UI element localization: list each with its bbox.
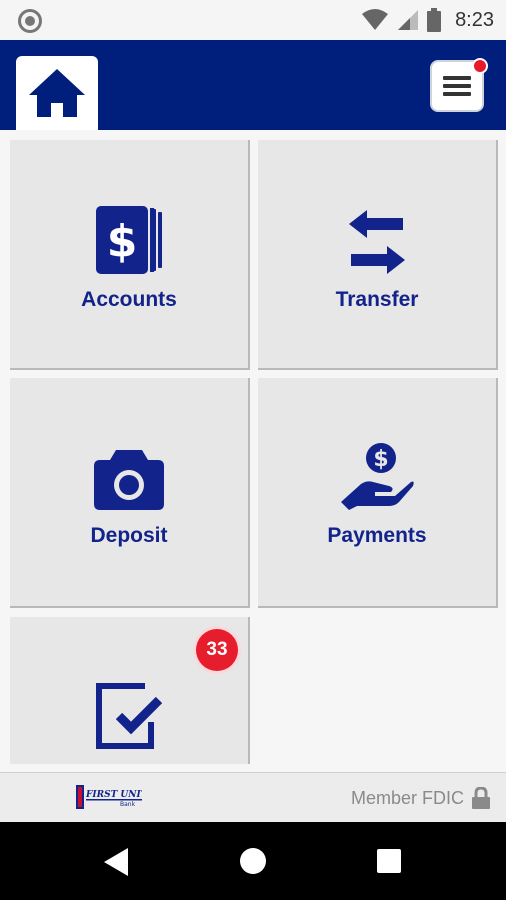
lock-icon (472, 787, 490, 809)
notification-badge: 33 (196, 629, 238, 671)
battery-icon (427, 8, 442, 32)
camera-icon (94, 450, 164, 510)
footer: FIRST UNITED Bank Member FDIC (0, 772, 506, 822)
tile-label-payments: Payments (327, 524, 427, 547)
home-tab[interactable] (16, 56, 98, 130)
tile-tasks[interactable]: 33 (10, 617, 250, 764)
app-header (0, 40, 506, 130)
member-fdic-text: Member FDIC (350, 787, 464, 808)
wifi-icon (362, 9, 389, 30)
first-united-bank-logo: FIRST UNITED Bank (76, 785, 142, 809)
status-time: 8:23 (455, 8, 494, 31)
tile-label-transfer: Transfer (335, 288, 419, 311)
status-icons: 8:23 (361, 6, 494, 34)
system-nav-bar (0, 822, 506, 900)
svg-text:FIRST UNITED: FIRST UNITED (85, 790, 142, 800)
menu-notification-dot (472, 58, 488, 74)
checkbox-task-icon (96, 683, 163, 749)
tile-transfer[interactable]: Transfer (258, 140, 498, 370)
cell-signal-icon (398, 10, 419, 30)
accounts-dollar-cards-icon: $ (96, 206, 162, 274)
menu-button[interactable] (430, 58, 488, 112)
transfer-arrows-icon (349, 210, 405, 274)
tile-label-deposit: Deposit (90, 524, 168, 547)
status-bar: 8:23 (0, 0, 506, 40)
tile-payments[interactable]: $ Payments (258, 378, 498, 608)
home-icon (29, 69, 85, 117)
svg-text:$: $ (107, 216, 138, 267)
svg-text:Bank: Bank (120, 801, 136, 808)
tile-accounts[interactable]: $ Accounts (10, 140, 250, 370)
svg-text:$: $ (373, 447, 388, 472)
tile-label-accounts: Accounts (81, 288, 177, 311)
hand-coin-icon: $ (341, 443, 414, 510)
member-fdic: Member FDIC (351, 787, 490, 809)
back-icon[interactable] (104, 848, 130, 876)
circle-indicator-icon (18, 9, 42, 33)
recent-apps-icon[interactable] (377, 849, 401, 873)
hamburger-menu-icon (443, 76, 471, 96)
tile-deposit[interactable]: Deposit (10, 378, 250, 608)
home-circle-icon[interactable] (240, 848, 266, 874)
